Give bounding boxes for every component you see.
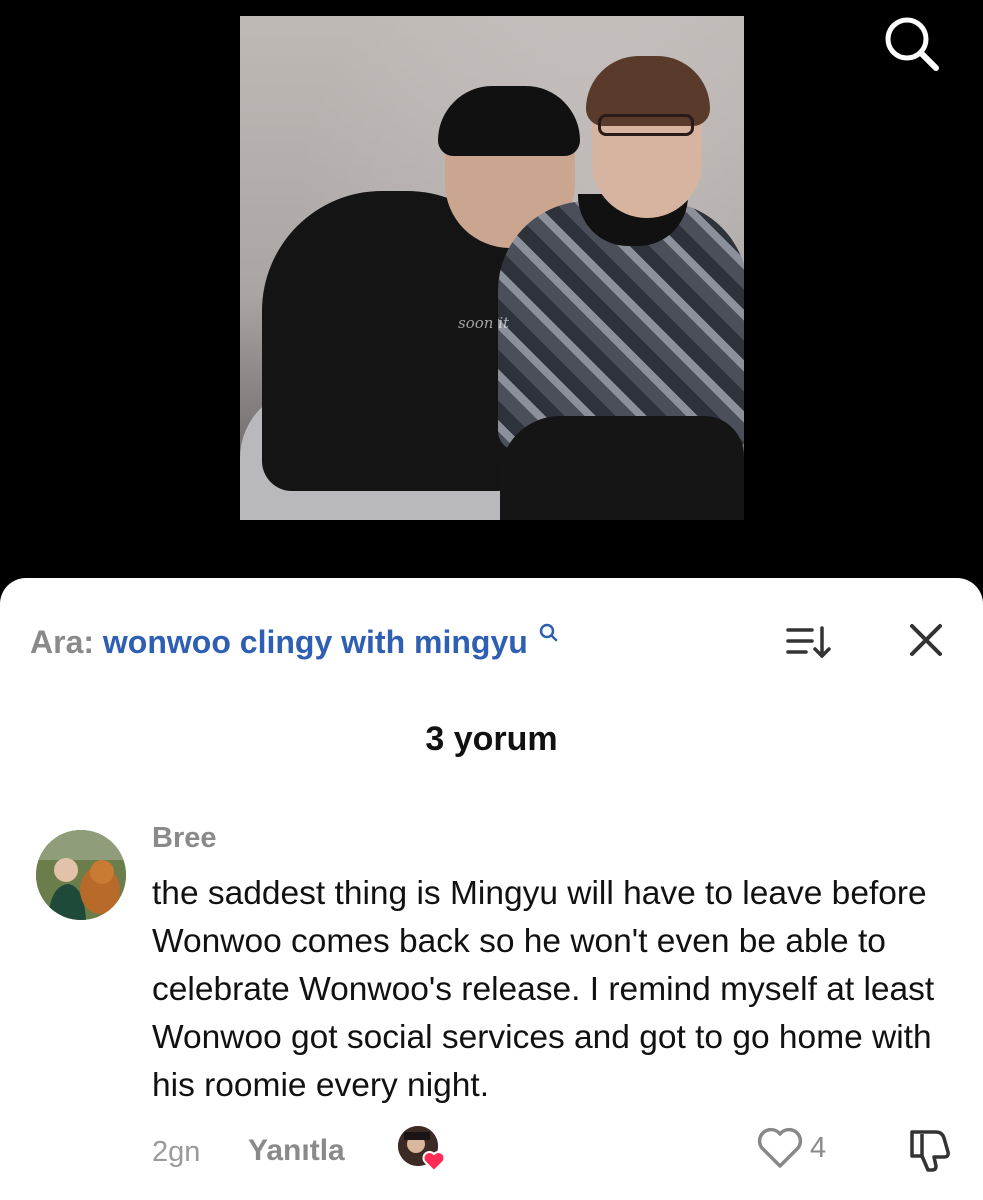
- comment-time: 2gn: [152, 1136, 201, 1168]
- thumbnail-figure-left-hair: [438, 86, 580, 156]
- avatar[interactable]: [36, 830, 126, 920]
- sort-icon: [786, 626, 831, 658]
- comment-count: 3 yorum: [425, 720, 558, 758]
- reply-button[interactable]: Yanıtla: [248, 1134, 345, 1168]
- comment-text: the saddest thing is Mingyu will have to…: [152, 875, 935, 1104]
- like-count: 4: [810, 1132, 827, 1164]
- top-search-button[interactable]: [882, 14, 942, 74]
- comment-username[interactable]: Bree: [152, 822, 217, 855]
- heart-outline-icon: [757, 1127, 803, 1168]
- related-search-link[interactable]: Ara: wonwoo clingy with mingyu: [30, 622, 559, 662]
- video-area[interactable]: soon it: [0, 0, 983, 600]
- heart-filled-icon: [422, 1151, 446, 1173]
- thumbnail-figure-legs-right: [500, 416, 744, 520]
- thumbnail-glasses: [598, 114, 694, 136]
- avatar-image: [36, 830, 126, 920]
- comments-sheet: Ara: wonwoo clingy with mingyu 3 yorum B…: [0, 578, 983, 1200]
- video-thumbnail[interactable]: soon it: [240, 16, 744, 520]
- close-icon: [910, 624, 942, 656]
- video-watermark: soon it: [458, 314, 510, 332]
- search-icon: [539, 623, 557, 642]
- creator-liked-badge: [422, 1150, 446, 1173]
- like-button[interactable]: [756, 1126, 804, 1170]
- search-icon: [885, 17, 939, 71]
- close-button[interactable]: [904, 622, 948, 662]
- dislike-button[interactable]: [904, 1126, 952, 1174]
- search-query[interactable]: wonwoo clingy with mingyu: [103, 624, 528, 660]
- search-prefix: Ara:: [30, 624, 95, 660]
- sort-button[interactable]: [784, 622, 834, 662]
- thumbs-down-icon: [910, 1130, 950, 1172]
